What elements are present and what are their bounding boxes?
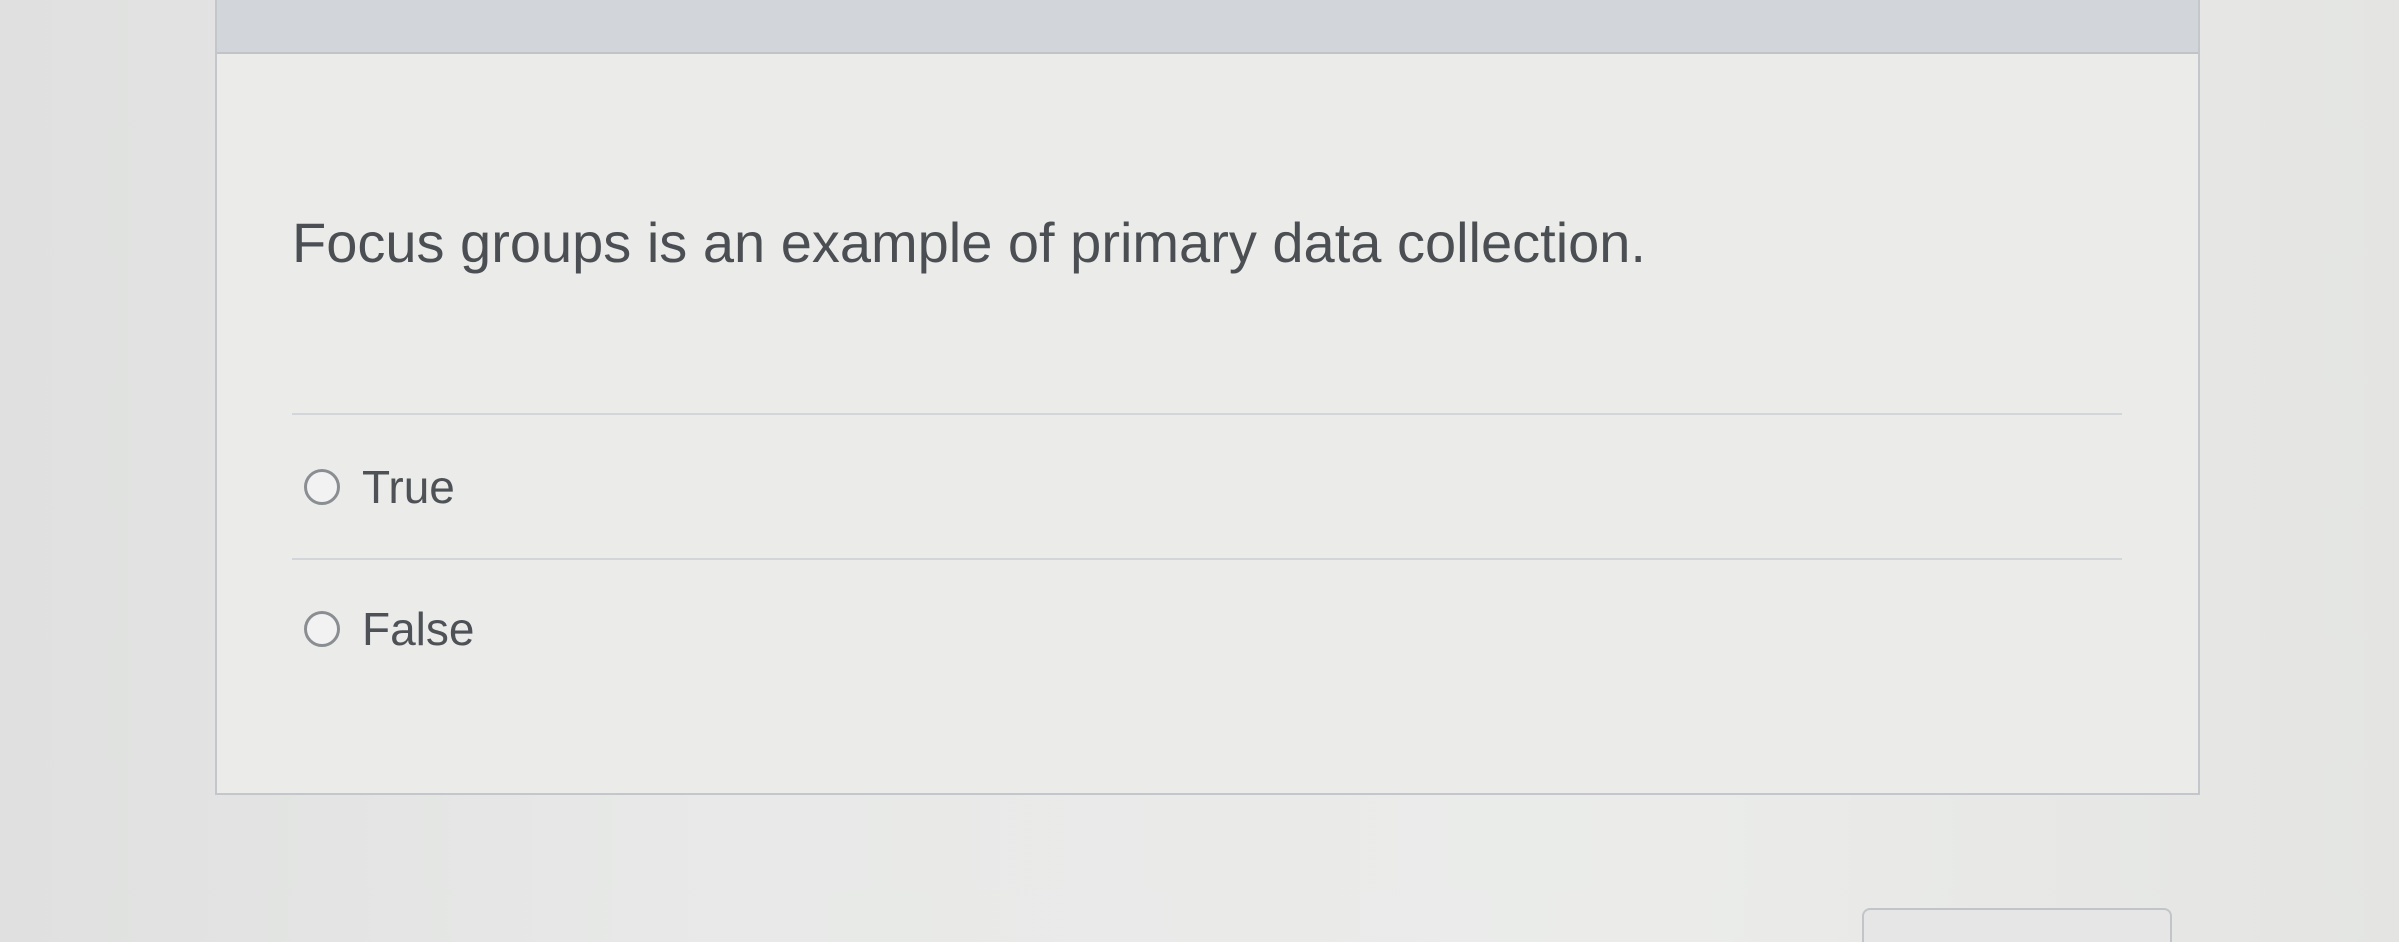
answer-option-true[interactable]: True [304,460,455,514]
answer-label-false: False [362,603,475,655]
question-text: Focus groups is an example of primary da… [292,211,1646,274]
radio-unchecked-icon[interactable] [304,611,340,647]
answer-divider [292,413,2122,415]
quiz-page: Focus groups is an example of primary da… [0,0,2399,942]
answer-divider [292,558,2122,560]
answer-option-false[interactable]: False [304,602,474,656]
radio-unchecked-icon[interactable] [304,469,340,505]
question-card-header [217,0,2198,54]
answer-label-true: True [362,461,455,513]
bottom-action-button[interactable] [1862,908,2172,942]
question-card: Focus groups is an example of primary da… [215,0,2200,795]
